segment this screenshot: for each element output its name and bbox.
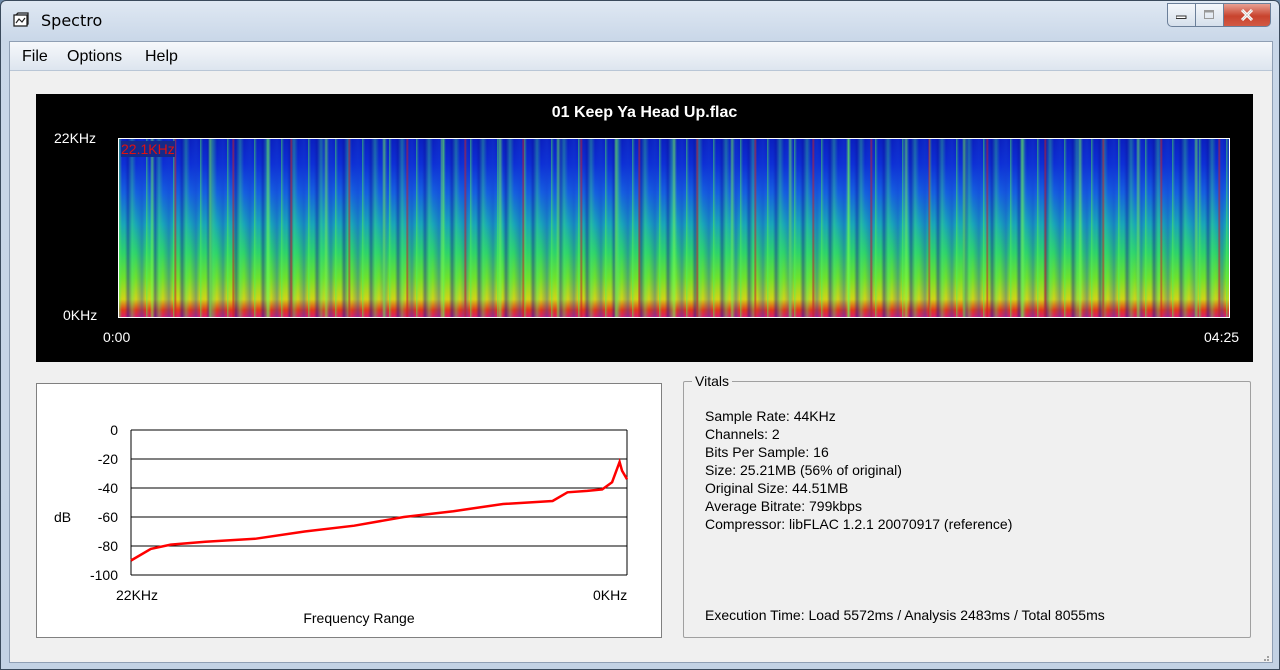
y-axis-label: dB (54, 509, 71, 525)
y-tick-label: 0 (110, 422, 118, 438)
window-title: Spectro (41, 11, 103, 30)
close-button[interactable] (1224, 3, 1271, 27)
menu-bar: File Options Help (10, 42, 1272, 71)
maximize-button[interactable] (1196, 3, 1224, 27)
app-window: Spectro File Options Help 01 Keep Ya Hea… (0, 0, 1280, 670)
vitals-size: Size: 25.21MB (56% of original) (705, 462, 902, 478)
window-controls (1167, 3, 1271, 27)
y-axis-bottom-label: 0KHz (63, 307, 98, 323)
x-tick-label: 22KHz (116, 587, 158, 603)
vitals-groupbox: Vitals Sample Rate: 44KHz Channels: 2 Bi… (683, 373, 1251, 638)
minimize-button[interactable] (1167, 3, 1196, 27)
vitals-average-bitrate: Average Bitrate: 799kbps (705, 498, 862, 514)
vitals-sample-rate: Sample Rate: 44KHz (705, 408, 836, 424)
menu-help[interactable]: Help (145, 48, 178, 66)
x-axis-label: Frequency Range (303, 610, 415, 626)
y-tick-label: -20 (98, 451, 118, 467)
x-axis-start-label: 0:00 (103, 329, 131, 345)
y-tick-label: -60 (98, 509, 118, 525)
resize-grip-icon[interactable] (1260, 652, 1270, 662)
max-frequency-label: 22.1KHz (121, 141, 175, 157)
y-tick-label: -40 (98, 480, 118, 496)
vitals-compressor: Compressor: libFLAC 1.2.1 20070917 (refe… (705, 516, 1013, 532)
vitals-original-size: Original Size: 44.51MB (705, 480, 849, 496)
y-axis-top-label: 22KHz (54, 130, 97, 146)
vitals-legend: Vitals (692, 373, 732, 389)
maximize-icon (1204, 10, 1214, 19)
close-icon (1240, 9, 1254, 21)
vitals-channels: Channels: 2 (705, 426, 780, 442)
minimize-icon (1176, 15, 1187, 19)
db-chart: 0 -20 -40 -60 -80 -100 dB 22KHz 0KHz Frequency Ra… (54, 422, 629, 626)
spectrogram-panel: 01 Keep Ya Head Up.flac 22KHz 0KHz 0:00 … (36, 94, 1253, 362)
y-tick-label: -80 (98, 538, 118, 554)
x-axis-end-label: 04:25 (1204, 329, 1240, 345)
execution-time: Execution Time: Load 5572ms / Analysis 2… (705, 607, 1105, 623)
vitals-list: Sample Rate: 44KHz Channels: 2 Bits Per … (705, 407, 1012, 533)
client-area: File Options Help 01 Keep Ya Head Up.fla… (9, 41, 1273, 663)
menu-file[interactable]: File (22, 48, 48, 66)
spectrogram-transients (119, 139, 1229, 317)
spectrogram-image: 22.1KHz (118, 138, 1230, 318)
title-bar[interactable]: Spectro (1, 1, 1279, 41)
x-tick-label: 0KHz (593, 587, 627, 603)
spectrogram-title: 01 Keep Ya Head Up.flac (551, 104, 738, 121)
menu-options[interactable]: Options (67, 48, 122, 66)
vitals-bits-per-sample: Bits Per Sample: 16 (705, 444, 829, 460)
db-chart-panel: 0 -20 -40 -60 -80 -100 dB 22KHz 0KHz Frequency Ra… (36, 383, 662, 638)
y-tick-label: -100 (90, 567, 118, 583)
app-icon (13, 12, 29, 27)
